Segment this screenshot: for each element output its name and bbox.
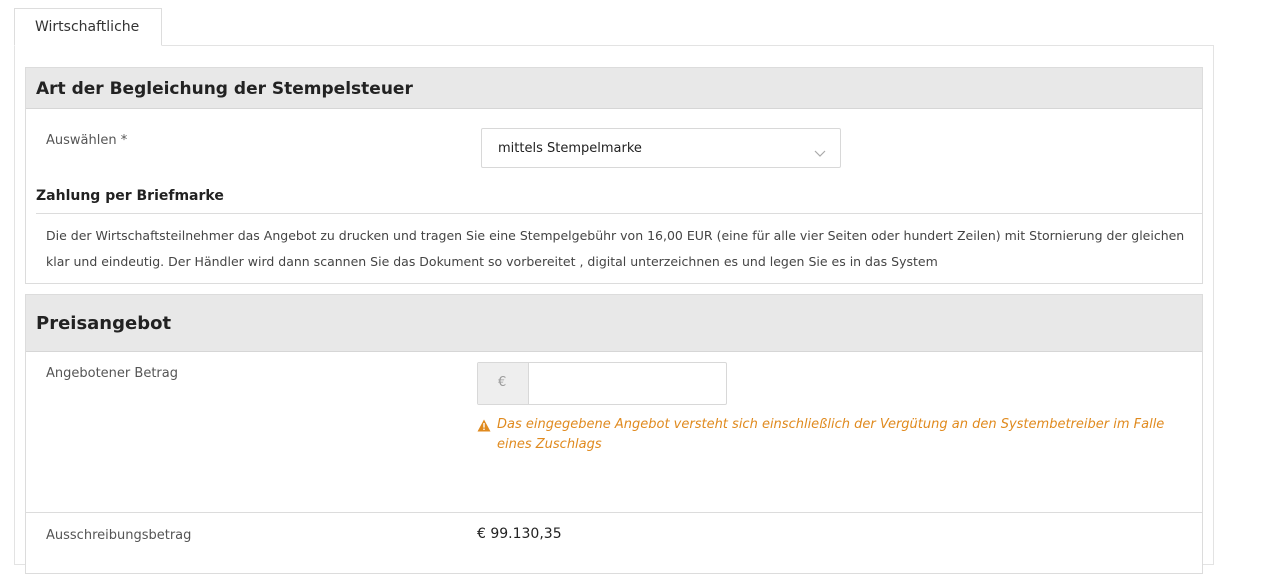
amount-input-group: €	[477, 362, 727, 405]
panel-title: Preisangebot	[36, 313, 172, 334]
payment-subheading: Zahlung per Briefmarke	[36, 188, 224, 204]
amount-label: Angebotener Betrag	[46, 366, 178, 381]
panel-header: Preisangebot	[26, 295, 1202, 352]
chevron-down-icon	[814, 143, 826, 162]
amount-input[interactable]	[529, 363, 726, 404]
stamp-duty-panel: Art der Begleichung der Stempelsteuer Au…	[25, 67, 1203, 284]
payment-method-select[interactable]: mittels Stempelmarke	[481, 128, 841, 168]
euro-icon: €	[498, 375, 507, 390]
select-value: mittels Stempelmarke	[498, 141, 642, 156]
tab-label: Wirtschaftliche	[35, 19, 140, 35]
divider	[26, 512, 1202, 513]
payment-description: Die der Wirtschaftsteilnehmer das Angebo…	[46, 228, 1185, 269]
price-offer-panel: Preisangebot Angebotener Betrag € Das ei…	[25, 294, 1203, 574]
tender-amount-label: Ausschreibungsbetrag	[46, 528, 192, 543]
tender-amount-value: € 99.130,35	[477, 526, 562, 542]
select-label: Auswählen *	[46, 133, 128, 148]
currency-addon: €	[478, 363, 529, 404]
warning-icon	[477, 417, 491, 436]
tab-wirtschaftliche[interactable]: Wirtschaftliche	[14, 8, 162, 46]
divider	[36, 213, 1202, 214]
panel-header: Art der Begleichung der Stempelsteuer	[26, 68, 1202, 109]
warning-text: Das eingegebene Angebot versteht sich ei…	[497, 417, 1165, 452]
panel-title: Art der Begleichung der Stempelsteuer	[36, 79, 413, 99]
